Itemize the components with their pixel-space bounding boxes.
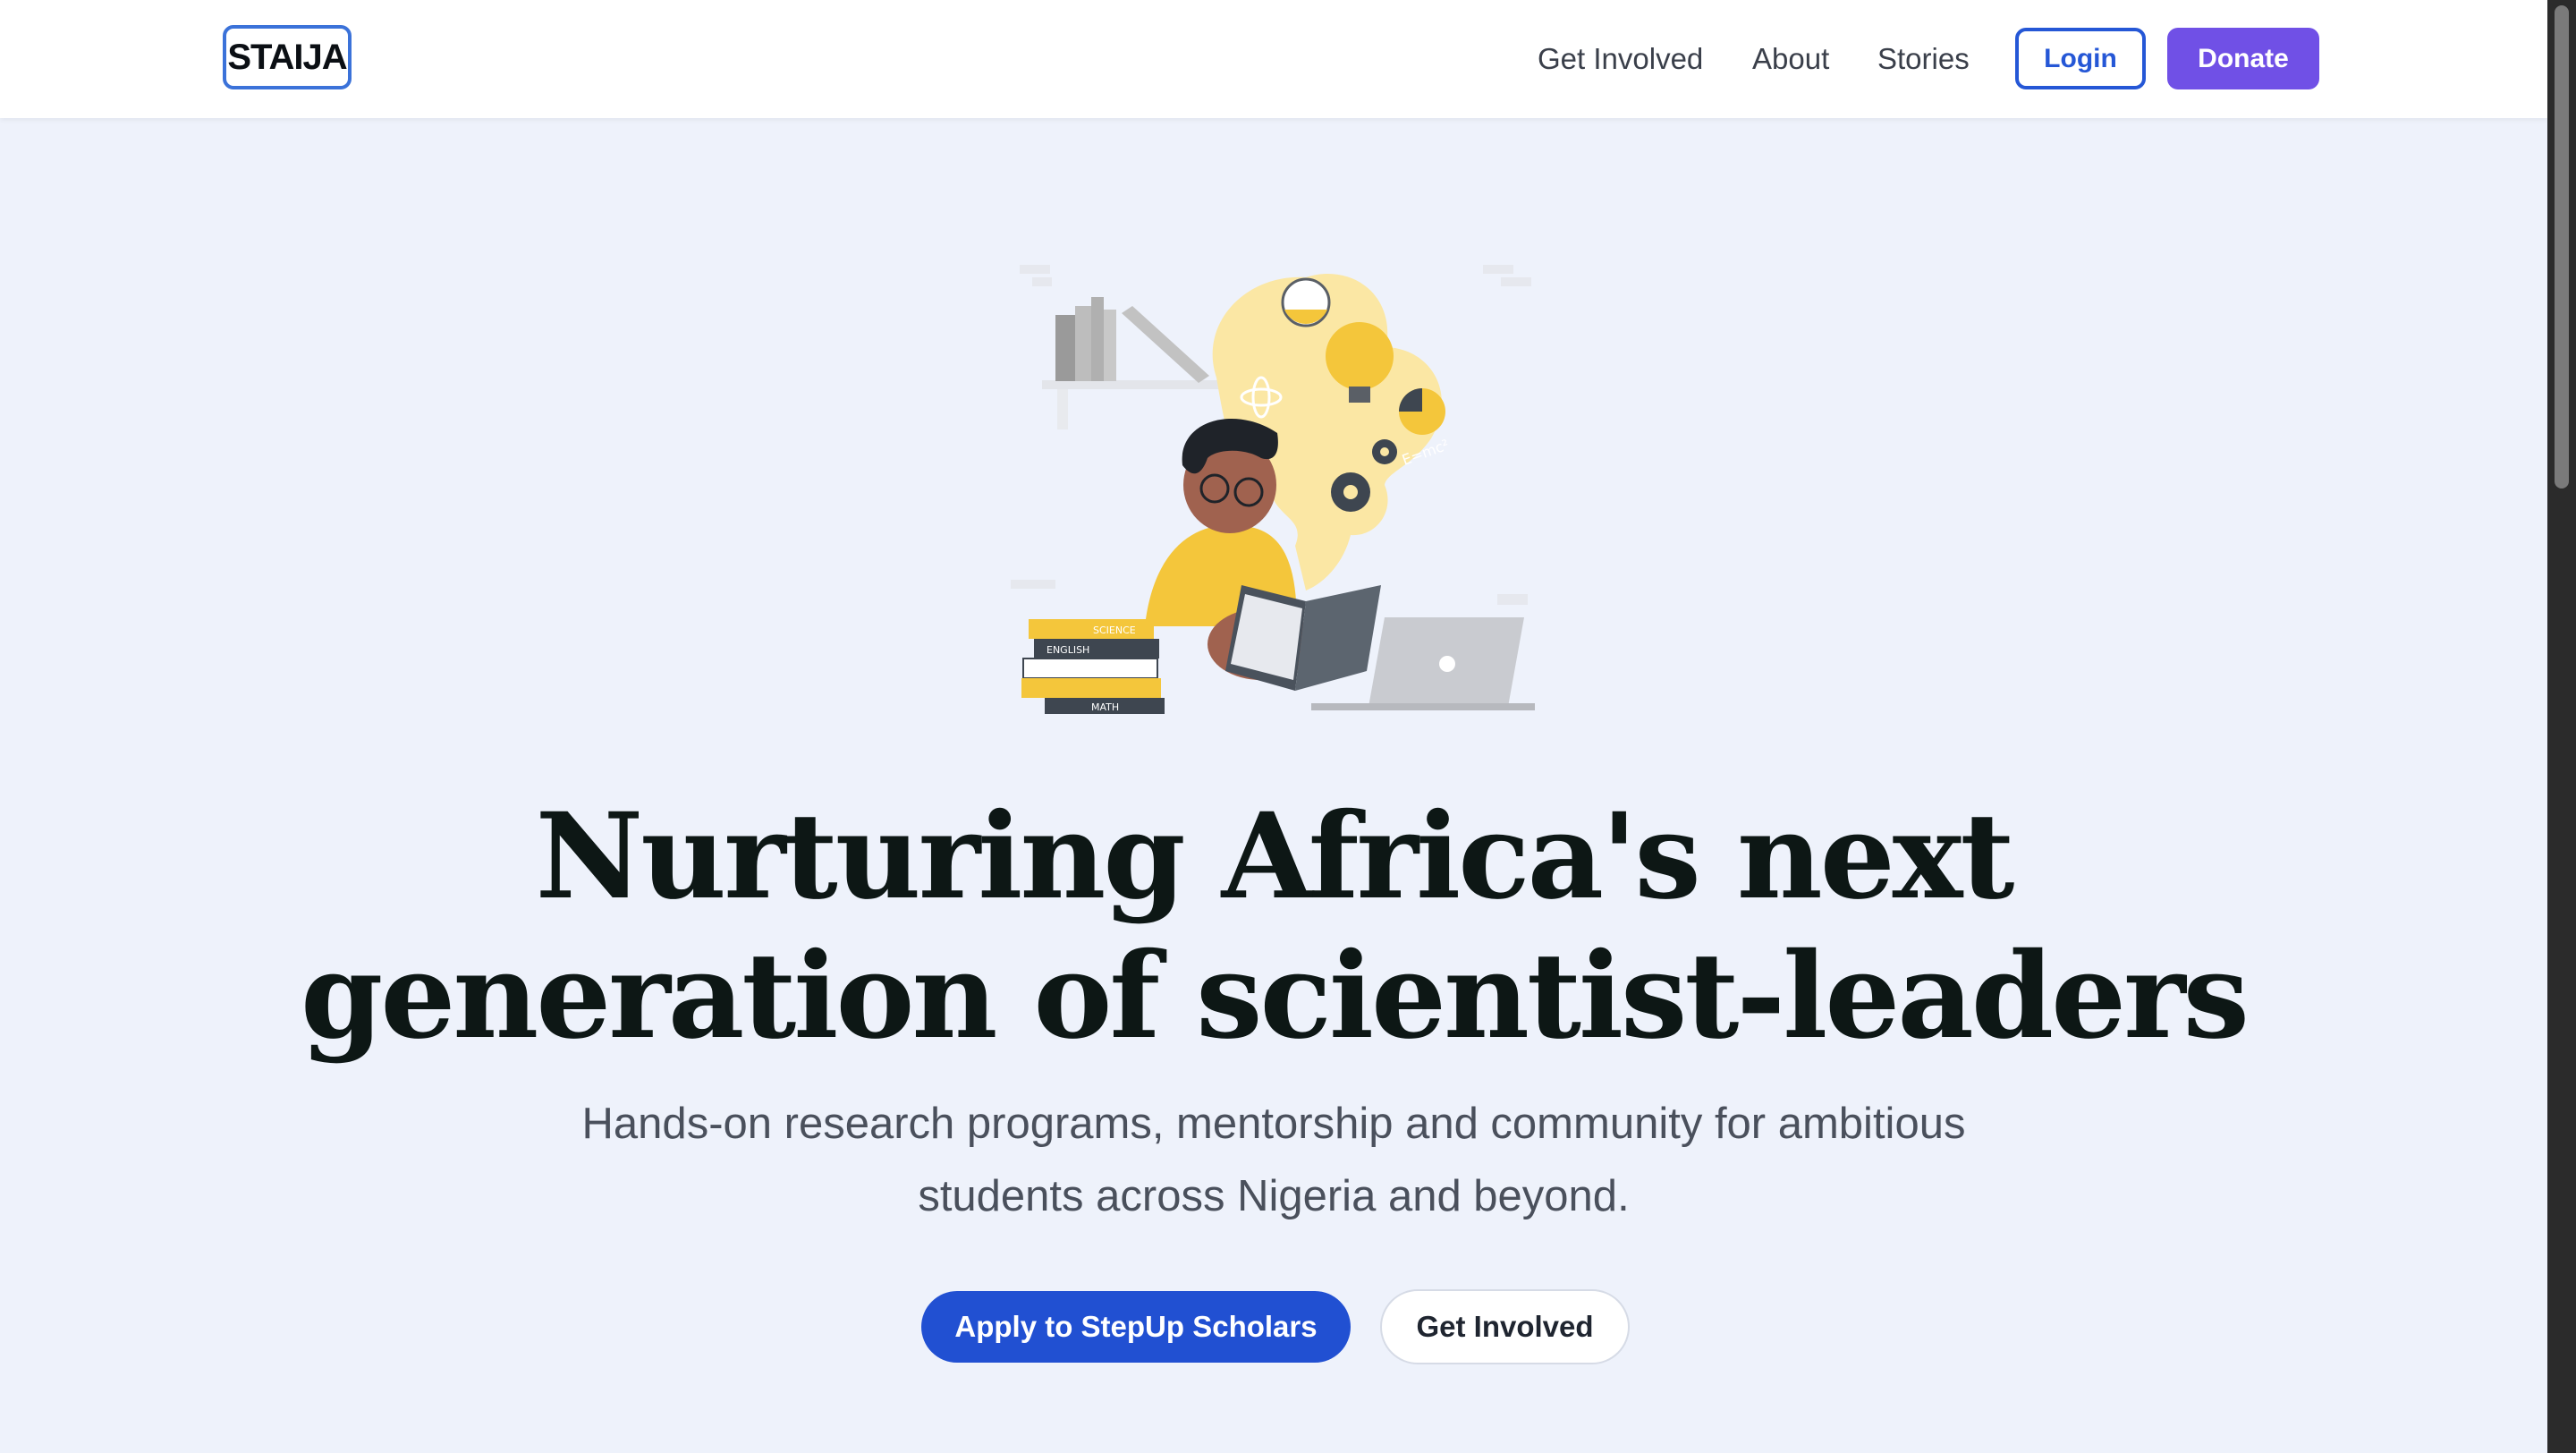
- subheading-line-2: students across Nigeria and beyond.: [918, 1172, 1630, 1220]
- nav-link-about[interactable]: About: [1752, 42, 1829, 76]
- open-book: [1225, 585, 1381, 691]
- login-button[interactable]: Login: [2015, 28, 2146, 89]
- wall-dash: [1032, 277, 1052, 286]
- site-header: STAIJA Get Involved About Stories Login …: [0, 0, 2547, 118]
- nav-item-get-involved: Get Involved: [1538, 32, 1703, 86]
- bookshelf: [1042, 297, 1239, 429]
- student-reading-illustration: E=mc² SCIENCE ENGLISH MATH: [1011, 265, 1535, 714]
- donate-button[interactable]: Donate: [2167, 28, 2319, 89]
- gear-small-hole: [1380, 447, 1389, 456]
- headline-line-2: generation of scientist-leaders: [301, 927, 2250, 1066]
- book-science-label: SCIENCE: [1093, 625, 1136, 636]
- lightbulb-base: [1349, 387, 1370, 403]
- book-english-label: ENGLISH: [1046, 644, 1089, 656]
- nav-link-get-involved[interactable]: Get Involved: [1538, 42, 1703, 76]
- nav-link-stories[interactable]: Stories: [1877, 42, 1970, 76]
- wall-dash: [1497, 594, 1528, 605]
- wall-dash: [1020, 265, 1050, 274]
- subheading-line-1: Hands-on research programs, mentorship a…: [581, 1100, 1966, 1148]
- hero-headline: Nurturing Africa's next generation of sc…: [268, 787, 2279, 1066]
- lightbulb-icon: [1326, 322, 1394, 390]
- hero-subheading: Hands-on research programs, mentorship a…: [501, 1088, 2046, 1233]
- wall-dash: [1483, 265, 1513, 274]
- get-involved-button[interactable]: Get Involved: [1380, 1289, 1630, 1364]
- gear-hole: [1343, 485, 1358, 499]
- vertical-scrollbar[interactable]: [2547, 0, 2576, 1453]
- book-math-label: MATH: [1091, 701, 1119, 713]
- nav-item-stories: Stories: [1877, 32, 1970, 86]
- book-stack: SCIENCE ENGLISH MATH: [1021, 619, 1165, 714]
- apply-stepup-scholars-button[interactable]: Apply to StepUp Scholars: [921, 1291, 1351, 1363]
- wall-dash: [1011, 580, 1055, 589]
- headline-line-1: Nurturing Africa's next: [535, 787, 2015, 926]
- site-logo[interactable]: STAIJA: [223, 25, 352, 89]
- wall-dash: [1501, 277, 1531, 286]
- scrollbar-thumb[interactable]: [2555, 5, 2569, 489]
- page: STAIJA Get Involved About Stories Login …: [0, 0, 2547, 1453]
- nav-item-about: About: [1752, 32, 1829, 86]
